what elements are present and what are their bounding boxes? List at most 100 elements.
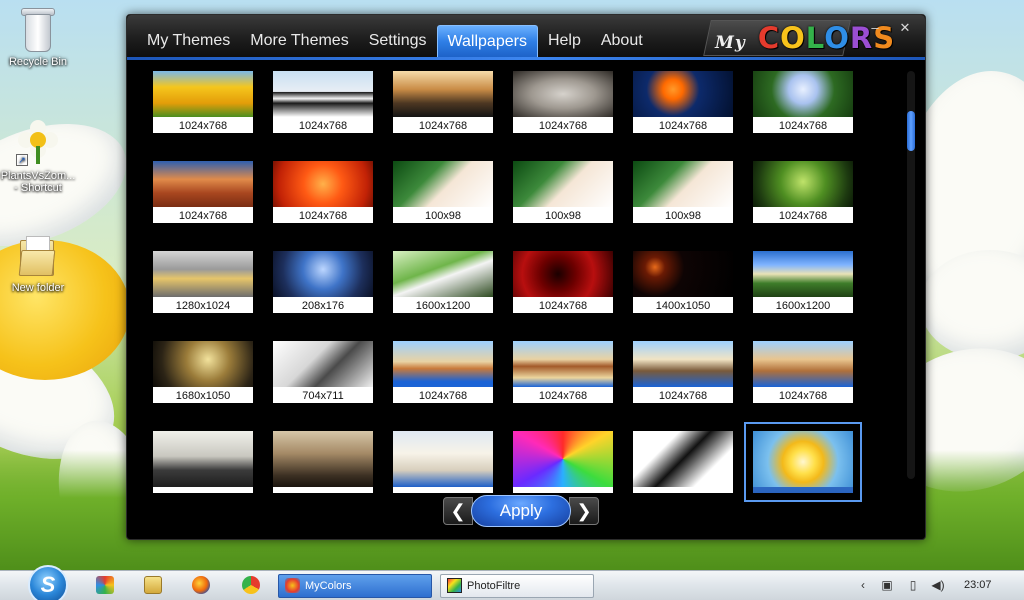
mycolors-window: My Themes More Themes Settings Wallpaper… — [126, 14, 926, 540]
wallpaper-preview-image — [513, 161, 613, 207]
wallpaper-preview-image — [633, 161, 733, 207]
wallpaper-preview-image — [273, 161, 373, 207]
tab-help[interactable]: Help — [538, 25, 591, 57]
wallpaper-preview-image — [153, 341, 253, 387]
wallpaper-size-label: 1600x1200 — [753, 299, 853, 313]
wallpaper-size-label: 1024x768 — [393, 119, 493, 133]
tab-settings[interactable]: Settings — [359, 25, 437, 57]
chrome-icon[interactable] — [242, 576, 260, 594]
wallpaper-preview-image — [153, 71, 253, 117]
wallpaper-thumbnail[interactable]: 1024x768 — [753, 161, 853, 223]
wallpaper-size-label: 1024x768 — [513, 389, 613, 403]
close-button[interactable]: ✕ — [897, 21, 913, 35]
tab-my-themes[interactable]: My Themes — [137, 25, 240, 57]
wallpaper-preview-image — [753, 251, 853, 297]
task-label: MyColors — [305, 580, 352, 592]
wallpaper-thumbnail[interactable]: 1024x768 — [273, 161, 373, 223]
wallpaper-thumbnail[interactable]: 100x98 — [633, 161, 733, 223]
task-label: PhotoFiltre — [467, 580, 521, 592]
wallpaper-thumbnail[interactable]: 1024x768 — [633, 71, 733, 133]
wallpaper-thumbnail[interactable]: 208x176 — [273, 251, 373, 313]
folder-icon — [18, 236, 58, 278]
wallpaper-thumbnail[interactable]: 1680x1050 — [153, 341, 253, 403]
wallpaper-thumbnail[interactable]: 1400x1050 — [633, 251, 733, 313]
wallpaper-preview-image — [273, 71, 373, 117]
show-hidden-icons-icon[interactable]: ‹ — [856, 578, 870, 592]
volume-icon[interactable]: ◀) — [928, 578, 948, 592]
wallpaper-thumbnail[interactable] — [393, 431, 493, 493]
logo-my-text: My — [715, 33, 746, 53]
wallpaper-thumbnail[interactable]: 704x711 — [273, 341, 373, 403]
desktop-icon-recycle-bin[interactable]: Recycle Bin — [0, 6, 76, 68]
tab-wallpapers[interactable]: Wallpapers — [436, 25, 538, 57]
wallpaper-preview-image — [393, 71, 493, 117]
wallpaper-thumbnail[interactable]: 100x98 — [513, 161, 613, 223]
taskbar-task-mycolors[interactable]: MyColors — [278, 574, 432, 598]
minimize-button[interactable]: – — [867, 21, 883, 35]
wallpaper-size-label: 1024x768 — [753, 209, 853, 223]
wallpaper-thumbnail[interactable] — [273, 431, 373, 493]
wallpaper-size-label: 1024x768 — [153, 119, 253, 133]
apply-button[interactable]: Apply — [471, 495, 571, 527]
wallpaper-thumbnail[interactable]: 1600x1200 — [393, 251, 493, 313]
wallpaper-preview-image — [153, 251, 253, 297]
wallpaper-preview-image — [753, 431, 853, 487]
wallpaper-thumbnail[interactable]: 1024x768 — [513, 251, 613, 313]
wallpaper-thumbnail[interactable]: 100x98 — [393, 161, 493, 223]
desktop-icon-new-folder[interactable]: New folder — [0, 236, 76, 294]
wallpaper-thumbnail[interactable]: 1024x768 — [633, 341, 733, 403]
wallpaper-size-label: 208x176 — [273, 299, 373, 313]
wallpaper-thumbnail[interactable] — [744, 422, 862, 502]
wallpaper-preview-image — [513, 431, 613, 487]
wallpaper-size-label: 1024x768 — [753, 119, 853, 133]
mycolors-app-icon — [285, 578, 300, 593]
start-button[interactable]: S — [28, 565, 68, 600]
wallpaper-thumbnail[interactable] — [153, 431, 253, 493]
wallpaper-thumbnail[interactable]: 1024x768 — [153, 71, 253, 133]
wallpaper-scrollbar[interactable] — [907, 71, 915, 479]
wallpaper-preview-image — [273, 251, 373, 297]
wallpaper-thumbnail[interactable] — [513, 431, 613, 493]
previous-button[interactable]: ❮ — [443, 497, 473, 525]
wallpaper-size-label: 100x98 — [513, 209, 613, 223]
taskbar-clock[interactable]: 23:07 — [964, 579, 992, 591]
battery-icon[interactable]: ▯ — [906, 578, 920, 592]
wallpaper-thumbnail[interactable]: 1024x768 — [393, 71, 493, 133]
wallpaper-size-label: 1680x1050 — [153, 389, 253, 403]
tab-about[interactable]: About — [591, 25, 653, 57]
wallpaper-size-label: 1024x768 — [513, 119, 613, 133]
wallpaper-thumbnail[interactable]: 1024x768 — [273, 71, 373, 133]
next-button[interactable]: ❯ — [569, 497, 599, 525]
tab-more-themes[interactable]: More Themes — [240, 25, 358, 57]
wallpaper-preview-image — [753, 161, 853, 207]
wallpaper-preview-image — [633, 71, 733, 117]
desktop-icon-label: New folder — [11, 282, 65, 294]
wallpaper-thumbnail[interactable]: 1024x768 — [393, 341, 493, 403]
wallpaper-thumbnail[interactable]: 1600x1200 — [753, 251, 853, 313]
wallpaper-size-label: 1400x1050 — [633, 299, 733, 313]
firefox-icon[interactable] — [192, 576, 210, 594]
wallpaper-thumbnail[interactable]: 1024x768 — [513, 341, 613, 403]
titlebar-accent-line — [127, 57, 925, 60]
wallpaper-preview-image — [513, 71, 613, 117]
network-icon[interactable]: ▣ — [880, 578, 894, 592]
wallpaper-thumbnail[interactable]: 1024x768 — [753, 71, 853, 133]
wallpaper-size-label: 1600x1200 — [393, 299, 493, 313]
explorer-icon[interactable] — [144, 576, 162, 594]
plants-vs-zombies-icon: ↗ — [16, 120, 60, 166]
wallpaper-thumbnail[interactable]: 1024x768 — [153, 161, 253, 223]
wallpaper-preview-image — [153, 431, 253, 487]
logo-letter: O — [824, 21, 850, 55]
taskbar-task-photofiltre[interactable]: PhotoFiltre — [440, 574, 594, 598]
wallpaper-size-label: 1280x1024 — [153, 299, 253, 313]
wallpaper-preview-image — [153, 161, 253, 207]
scrollbar-thumb[interactable] — [907, 111, 915, 151]
wallpaper-thumbnail[interactable]: 1024x768 — [753, 341, 853, 403]
picasa-icon[interactable] — [96, 576, 114, 594]
wallpaper-thumbnail[interactable]: 1280x1024 — [153, 251, 253, 313]
wallpaper-thumbnail[interactable]: 1024x768 — [513, 71, 613, 133]
desktop-icon-plants-vs-zombies[interactable]: ↗ PlantsVsZom... - Shortcut — [0, 120, 76, 194]
wallpaper-thumbnail[interactable] — [633, 431, 733, 493]
chevron-right-icon: ❯ — [576, 501, 592, 521]
wallpaper-size-label: 1024x768 — [513, 299, 613, 313]
